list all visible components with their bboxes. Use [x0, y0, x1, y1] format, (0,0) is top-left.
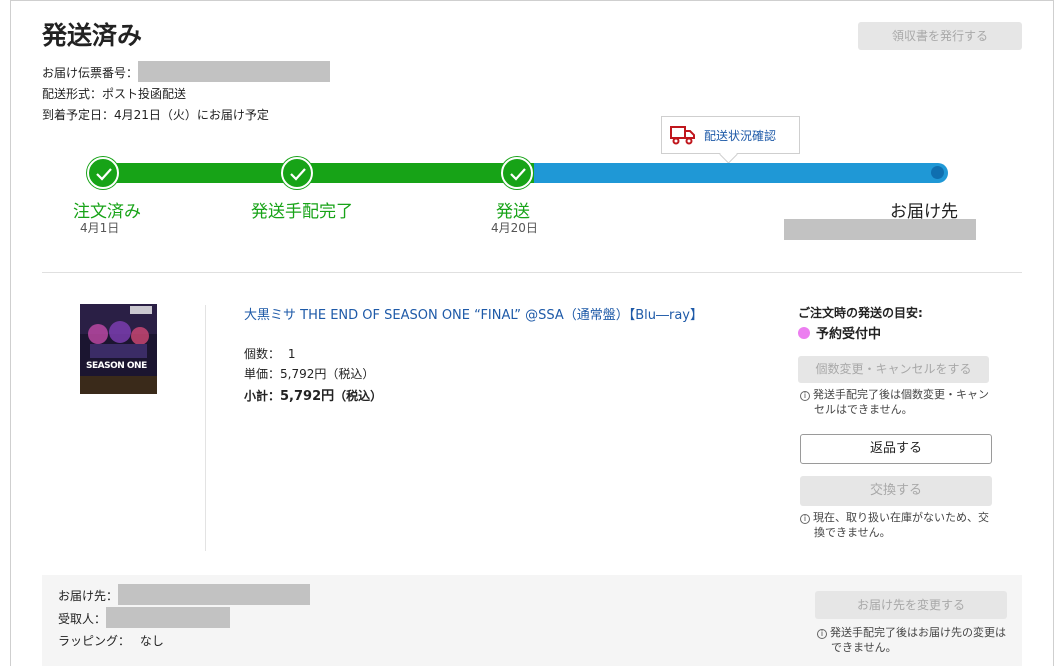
change-address-note: i 発送手配完了後はお届け先の変更は できません。 — [817, 625, 1006, 655]
wrapping-row: ラッピング： なし — [58, 632, 164, 649]
step-arranged-label: 発送手配完了 — [251, 202, 353, 222]
change-cancel-note: i 発送手配完了後は個数変更・キャン セルはできません。 — [800, 387, 989, 417]
delivery-status-link[interactable]: 配送状況確認 — [704, 127, 776, 144]
address-row: お届け先： — [58, 584, 311, 605]
info-icon: i — [800, 514, 810, 524]
address-redacted — [118, 584, 311, 605]
exchange-note-line1: 現在、取り扱い在庫がないため、交 — [813, 511, 989, 524]
unit-price-value: 5,792円（税込） — [280, 367, 375, 381]
status-text: 予約受付中 — [816, 327, 882, 342]
address-note-line1: 発送手配完了後はお届け先の変更は — [830, 626, 1006, 639]
wrapping-label: ラッピング： — [58, 634, 131, 648]
shipping-guide-title: ご注文時の発送の目安: — [798, 306, 923, 320]
unit-price-label: 単価： — [244, 367, 281, 381]
subtotal-row: 小計：5,792円（税込） — [244, 385, 382, 404]
destination-redacted — [784, 219, 976, 240]
tracking-number-label: お届け伝票番号： — [42, 66, 139, 80]
progress-bar-pending — [534, 163, 948, 183]
quantity-label: 個数： — [244, 347, 281, 361]
page-title: 発送済み — [42, 21, 143, 50]
section-divider — [42, 272, 1022, 273]
quantity-value: 1 — [287, 347, 296, 361]
status-dot-icon — [798, 327, 810, 339]
change-note-line1: 発送手配完了後は個数変更・キャン — [813, 388, 989, 401]
product-title-link[interactable]: 大黒ミサ THE END OF SEASON ONE “FINAL” @SSA（… — [244, 304, 703, 323]
shipping-method: 配送形式：ポスト投函配送 — [42, 87, 187, 101]
recipient-row: 受取人： — [58, 607, 231, 628]
address-note-line2: できません。 — [831, 641, 897, 654]
product-image[interactable]: SEASON ONE — [80, 304, 157, 394]
check-icon — [501, 157, 533, 189]
quantity-row: 個数： 1 — [244, 345, 295, 362]
info-icon: i — [800, 391, 810, 401]
change-address-button[interactable]: お届け先を変更する — [815, 591, 1007, 619]
order-status: 予約受付中 — [798, 323, 881, 342]
subtotal-tax: （税込） — [334, 389, 383, 403]
info-icon: i — [817, 629, 827, 639]
progress-bar-completed — [92, 163, 536, 183]
progress-end-dot — [931, 166, 944, 179]
unit-price-row: 単価：5,792円（税込） — [244, 365, 374, 382]
change-note-line2: セルはできません。 — [814, 403, 913, 416]
delivery-status-tooltip[interactable]: 配送状況確認 — [661, 116, 800, 154]
check-icon — [87, 157, 119, 189]
change-cancel-button[interactable]: 個数変更・キャンセルをする — [798, 356, 989, 383]
address-label: お届け先： — [58, 589, 119, 603]
return-button[interactable]: 返品する — [800, 434, 992, 464]
exchange-button[interactable]: 交換する — [800, 476, 992, 506]
truck-icon — [670, 124, 696, 150]
arrival-date: 到着予定日：4月21日（火）にお届け予定 — [42, 108, 269, 122]
step-ordered-date: 4月1日 — [80, 221, 120, 235]
exchange-note: i 現在、取り扱い在庫がないため、交 換できません。 — [800, 510, 989, 540]
recipient-redacted — [106, 607, 231, 628]
tracking-number-redacted — [138, 61, 331, 82]
subtotal-value: 5,792円 — [280, 389, 335, 404]
recipient-label: 受取人： — [58, 612, 107, 626]
wrapping-value: なし — [139, 634, 164, 648]
issue-receipt-button[interactable]: 領収書を発行する — [858, 22, 1022, 50]
tracking-number-row: お届け伝票番号： — [42, 61, 331, 82]
product-cover-text: SEASON ONE — [86, 361, 147, 371]
column-divider — [205, 305, 206, 551]
step-shipped-date: 4月20日 — [491, 221, 538, 235]
subtotal-label: 小計： — [244, 389, 281, 403]
check-icon — [281, 157, 313, 189]
exchange-note-line2: 換できません。 — [814, 526, 891, 539]
